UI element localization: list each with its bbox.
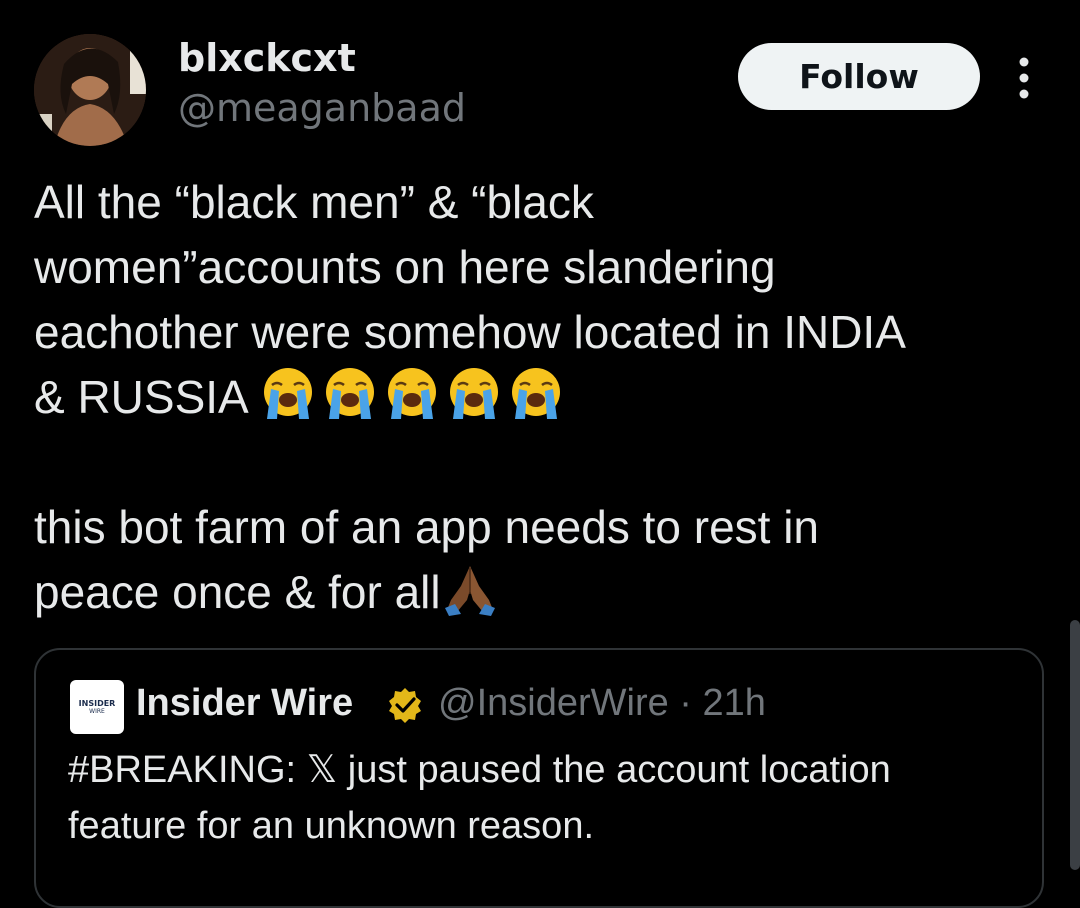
scrollbar[interactable] — [1070, 620, 1080, 870]
tweet-line-text: & RUSSIA — [34, 371, 259, 423]
tweet-line: eachother were somehow located in INDIA — [34, 306, 906, 358]
gold-verified-badge-icon — [386, 686, 424, 724]
author-avatar[interactable] — [34, 34, 146, 146]
tweet-line: this bot farm of an app needs to rest in — [34, 501, 820, 553]
quoted-tweet-text: #BREAKING: 𝕏 just paused the account loc… — [68, 742, 1028, 854]
loudly-crying-face-icon — [445, 365, 503, 423]
follow-button[interactable]: Follow — [738, 43, 980, 110]
quoted-tweet-line: feature for an unknown reason. — [68, 805, 595, 847]
logo-text: INSIDER — [78, 699, 116, 708]
folded-hands-icon — [441, 560, 499, 618]
loudly-crying-face-icon — [383, 365, 441, 423]
tweet-line: women”accounts on here slandering — [34, 241, 776, 293]
crying-emoji-group — [259, 368, 569, 423]
quoted-tweet-card[interactable]: INSIDER WIRE Insider Wire @InsiderWire ·… — [34, 648, 1044, 908]
loudly-crying-face-icon — [507, 365, 565, 423]
tweet-line-with-emoji: peace once & for all — [34, 560, 1034, 625]
loudly-crying-face-icon — [259, 365, 317, 423]
insider-wire-logo[interactable]: INSIDER WIRE — [70, 680, 124, 734]
quoted-author-name[interactable]: Insider Wire — [136, 682, 353, 725]
tweet-line: All the “black men” & “black — [34, 176, 594, 228]
quoted-tweet-line: #BREAKING: 𝕏 just paused the account loc… — [68, 749, 891, 791]
tweet-text: All the “black men” & “black women”accou… — [34, 170, 1034, 625]
author-display-name[interactable]: blxckcxt — [178, 36, 356, 80]
author-handle[interactable]: @meaganbaad — [178, 86, 466, 130]
logo-subtext: WIRE — [89, 708, 105, 715]
loudly-crying-face-icon — [321, 365, 379, 423]
more-vertical-icon[interactable] — [1010, 56, 1038, 100]
quoted-handle-and-time: @InsiderWire · 21h — [438, 682, 766, 724]
tweet-line-with-emoji: & RUSSIA — [34, 365, 1034, 430]
tweet-line-text: peace once & for all — [34, 566, 441, 618]
